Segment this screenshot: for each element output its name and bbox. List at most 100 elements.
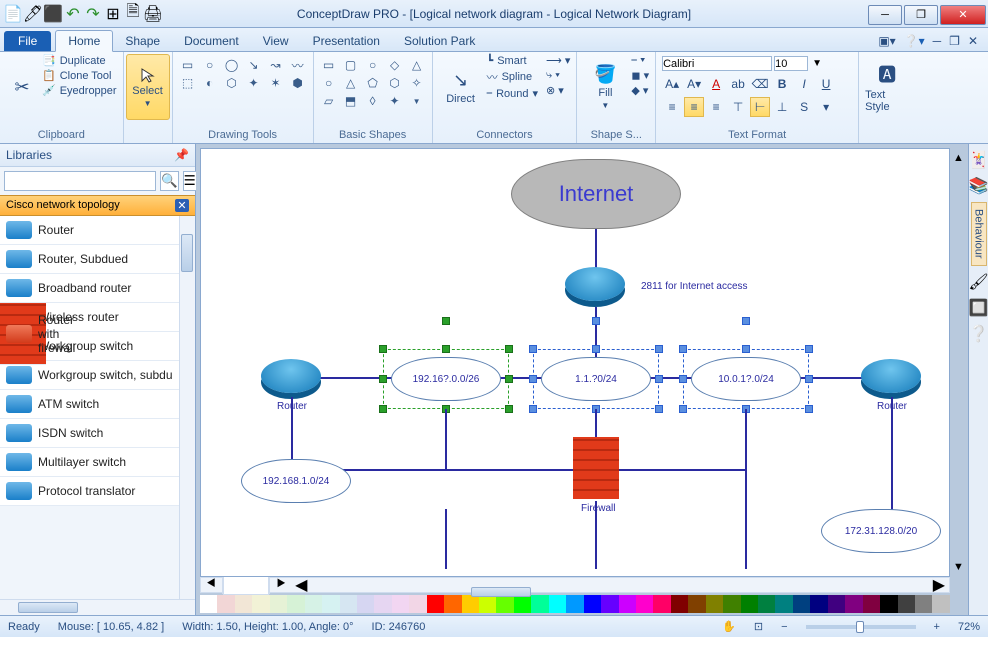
rotate-handle[interactable] [592,317,600,325]
resize-handle[interactable] [529,375,537,383]
resize-handle[interactable] [529,405,537,413]
resize-handle[interactable] [679,405,687,413]
library-item[interactable]: Workgroup switch, subdu [0,361,195,390]
color-swatch[interactable] [880,595,897,613]
resize-handle[interactable] [742,345,750,353]
library-item[interactable]: Router [0,216,195,245]
vscroll-down[interactable]: ▼ [953,561,967,575]
color-swatch[interactable] [322,595,339,613]
library-category[interactable]: Cisco network topology ✕ [0,195,195,216]
color-swatch[interactable] [671,595,688,613]
color-swatch[interactable] [810,595,827,613]
italic-button[interactable]: I [794,74,814,94]
pan-tool-icon[interactable]: ✋ [722,620,736,633]
tab-document[interactable]: Document [172,31,251,51]
resize-handle[interactable] [805,405,813,413]
internet-cloud[interactable]: Internet [511,159,681,229]
library-item[interactable]: Router with firewall [0,303,46,365]
page-tab-next[interactable]: ⯈ [269,576,291,594]
color-swatch[interactable] [409,595,426,613]
qat-icon[interactable]: 🖊 [26,7,40,21]
library-hscroll[interactable] [0,599,195,615]
qat-icon[interactable]: ⬛ [46,7,60,21]
scrollbar-thumb[interactable] [471,587,531,597]
router-internet[interactable] [565,267,625,301]
spline-connector-button[interactable]: 〰 Spline [487,69,538,85]
eyedropper-button[interactable]: 💉 Eyedropper [42,84,117,97]
zoom-out-button[interactable]: − [781,621,787,633]
color-swatch[interactable] [479,595,496,613]
qat-undo-icon[interactable]: ↶ [66,7,80,21]
tab-home[interactable]: Home [55,30,113,52]
duplicate-button[interactable]: 📑 Duplicate [42,54,117,67]
qat-redo-icon[interactable]: ↷ [86,7,100,21]
color-swatch[interactable] [619,595,636,613]
bold-button[interactable]: B [772,74,792,94]
library-item[interactable]: Protocol translator [0,477,195,506]
color-swatch[interactable] [514,595,531,613]
resize-handle[interactable] [379,375,387,383]
scrollbar-thumb[interactable] [181,234,193,272]
valign-bottom-button[interactable]: ⊥ [772,97,792,117]
select-tool-button[interactable]: Select▼ [126,54,170,120]
library-item[interactable]: Router, Subdued [0,245,195,274]
vscroll-up[interactable]: ▲ [953,152,967,166]
resize-handle[interactable] [379,345,387,353]
hscroll-right[interactable]: ▶ [929,575,949,595]
color-swatch[interactable] [549,595,566,613]
resize-handle[interactable] [655,345,663,353]
color-swatch[interactable] [462,595,479,613]
color-swatch[interactable] [653,595,670,613]
color-swatch[interactable] [217,595,234,613]
rotate-handle[interactable] [442,317,450,325]
tab-solution-park[interactable]: Solution Park [392,31,487,51]
minimize-button[interactable]: ─ [868,5,902,25]
clone-tool-button[interactable]: 📋 Clone Tool [42,69,117,82]
tab-view[interactable]: View [251,31,301,51]
maximize-button[interactable]: ❐ [904,5,938,25]
resize-handle[interactable] [505,405,513,413]
grow-font-button[interactable]: A▴ [662,74,682,94]
color-swatch[interactable] [305,595,322,613]
color-swatch[interactable] [793,595,810,613]
page-tab-prev[interactable]: ⯇ [201,576,223,594]
rside-icon[interactable]: 🃏 [969,150,988,170]
color-swatch[interactable] [863,595,880,613]
highlight-button[interactable]: ab [728,74,748,94]
doc-restore-icon[interactable]: ❐ [949,34,960,48]
color-swatch[interactable] [392,595,409,613]
page-tab[interactable] [223,575,269,595]
router-left[interactable] [261,359,321,393]
color-swatch[interactable] [915,595,932,613]
connector-opt3[interactable]: ⊗ ▾ [546,84,570,97]
color-swatch[interactable] [287,595,304,613]
smart-connector-button[interactable]: ┗ Smart [487,54,538,67]
paste-button[interactable]: ✂ [6,54,38,120]
drawing-tools-row2[interactable]: ⬚◐⬡✦✶⬢ [179,76,307,90]
color-swatch[interactable] [427,595,444,613]
clear-format-button[interactable]: ⌫ [750,74,770,94]
font-dropdown-icon[interactable]: ▼ [810,56,824,71]
window-options-icon[interactable]: ▣▾ [878,34,895,48]
color-swatch[interactable] [601,595,618,613]
shrink-font-button[interactable]: A▾ [684,74,704,94]
library-options-button[interactable]: ☰ [183,171,197,191]
direct-connector-button[interactable]: ↘Direct [439,54,483,120]
drawing-canvas[interactable]: Internet 2811 for Internet access Router… [200,148,950,577]
qat-icon[interactable]: 🖨 [146,7,160,21]
color-swatch[interactable] [496,595,513,613]
help-icon[interactable]: ❔▾ [904,34,925,48]
color-swatch[interactable] [845,595,862,613]
file-menu[interactable]: File [4,31,51,51]
doc-close-icon[interactable]: ✕ [968,34,978,48]
resize-handle[interactable] [679,345,687,353]
doc-min-icon[interactable]: ─ [933,34,942,48]
color-swatch[interactable] [374,595,391,613]
color-swatch[interactable] [828,595,845,613]
color-swatch[interactable] [270,595,287,613]
valign-top-button[interactable]: ⊤ [728,97,748,117]
underline-button[interactable]: U [816,74,836,94]
line-style-button[interactable]: ⎯ ▾ [631,54,649,67]
library-scrollbar[interactable] [179,216,195,599]
color-swatch[interactable] [531,595,548,613]
